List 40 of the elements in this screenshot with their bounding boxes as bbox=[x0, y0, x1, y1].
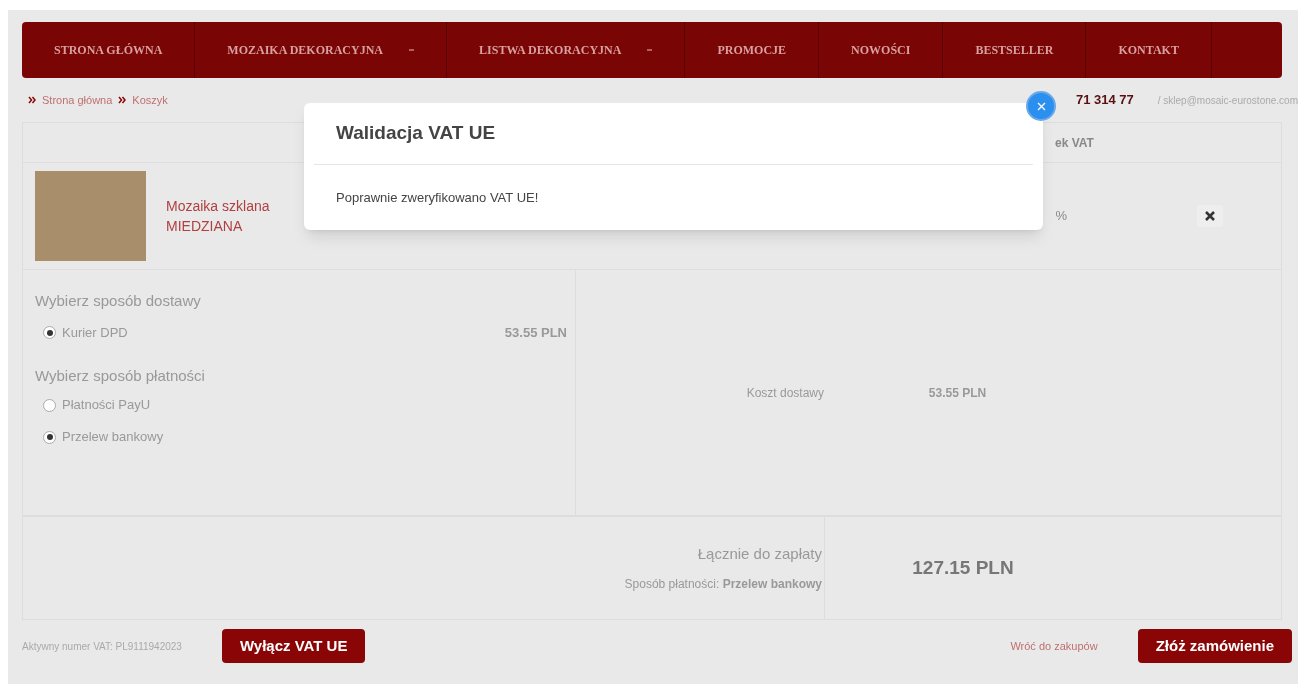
payment-heading: Wybierz sposób płatności bbox=[35, 365, 206, 386]
menu-item[interactable]: STRONA GŁÓWNA bbox=[22, 22, 196, 78]
total-amount: 127.15 PLN bbox=[912, 555, 1014, 580]
dialog-title: Walidacja VAT UE bbox=[336, 121, 496, 146]
shipping-cost-label: Koszt dostawy bbox=[746, 384, 824, 402]
remove-item-button[interactable] bbox=[1197, 205, 1224, 227]
menu-item[interactable]: NOWOŚCI bbox=[819, 22, 944, 78]
menu-item[interactable]: MOZAIKA DEKORACYJNA bbox=[195, 22, 448, 78]
disable-vat-button[interactable]: Wyłącz VAT UE bbox=[221, 629, 366, 663]
close-icon bbox=[1036, 101, 1046, 111]
phone-number: 71 314 77 bbox=[1075, 91, 1134, 110]
payment-method-summary: Sposób płatności: Przelew bankowy bbox=[624, 576, 822, 594]
email-address: / sklep@mosaic-eurostone.com bbox=[1157, 93, 1298, 108]
vat-number-text: Aktywny numer VAT: PL9111942023 bbox=[22, 639, 182, 654]
double-chevron-icon bbox=[118, 96, 127, 104]
double-chevron-icon bbox=[28, 96, 36, 104]
close-icon bbox=[1205, 211, 1216, 221]
close-button[interactable] bbox=[1026, 91, 1056, 121]
radio-button[interactable] bbox=[43, 326, 56, 339]
breadcrumb-link[interactable]: Koszyk bbox=[132, 91, 168, 109]
menu-item[interactable]: LISTWA DEKORACYJNA bbox=[447, 22, 686, 78]
menu-item[interactable]: KONTAKT bbox=[1086, 22, 1212, 78]
delivery-price: 53.55 PLN bbox=[504, 323, 567, 342]
payment-option-label: Płatności PayU bbox=[62, 396, 151, 415]
dialog-message: Poprawnie zweryfikowano VAT UE! bbox=[336, 190, 539, 205]
total-label: Łącznie do zapłaty bbox=[697, 543, 822, 564]
column-header: ek VAT bbox=[1055, 135, 1094, 152]
place-order-button[interactable]: Złóż zamówienie bbox=[1137, 629, 1292, 663]
delivery-option-label: Kurier DPD bbox=[62, 323, 128, 342]
radio-button[interactable] bbox=[43, 398, 56, 412]
radio-button[interactable] bbox=[43, 430, 56, 444]
menu-item[interactable]: PROMOCJE bbox=[685, 22, 820, 78]
product-name: Mozaika szklana MIEDZIANA bbox=[166, 197, 270, 236]
back-to-shopping-link[interactable]: Wróć do zakupów bbox=[1010, 637, 1098, 655]
shipping-cost-value: 53.55 PLN bbox=[928, 384, 987, 402]
menu-item[interactable]: BESTSELLER bbox=[943, 22, 1087, 78]
payment-option-label: Przelew bankowy bbox=[62, 428, 164, 447]
breadcrumb-link[interactable]: Strona główna bbox=[42, 91, 113, 109]
delivery-heading: Wybierz sposób dostawy bbox=[35, 291, 202, 311]
vat-rate: % bbox=[1055, 207, 1068, 226]
